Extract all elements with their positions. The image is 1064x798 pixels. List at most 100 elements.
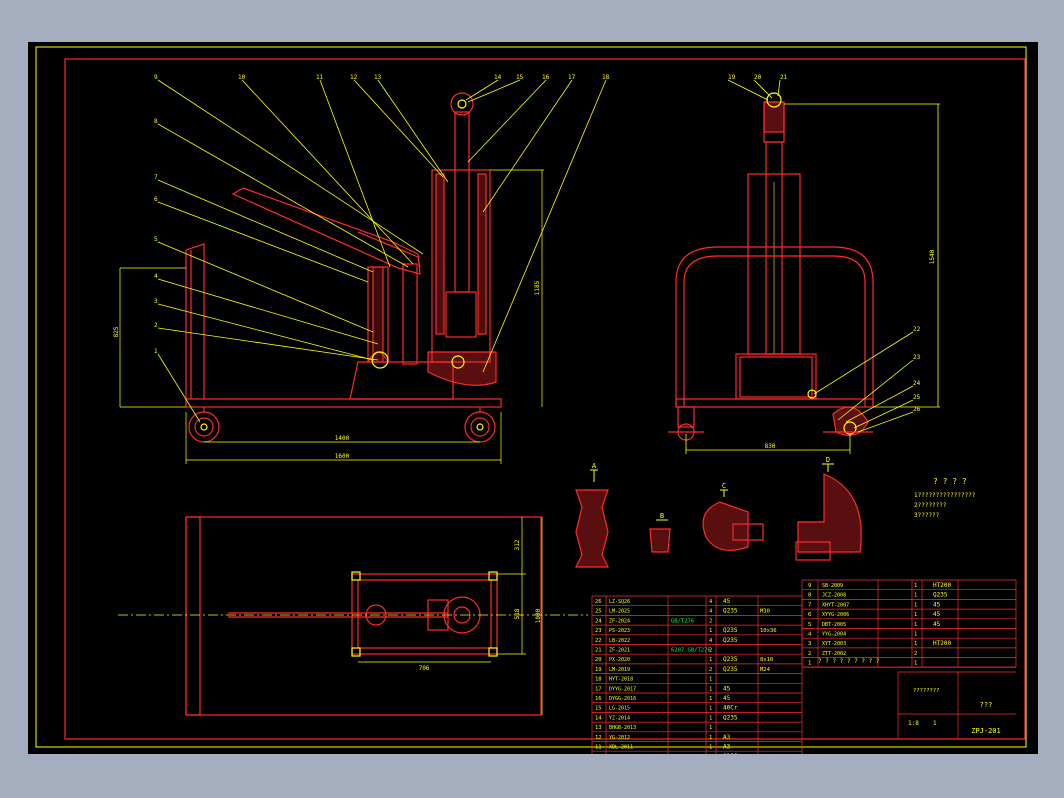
dim-text: 1185 (534, 280, 541, 295)
bom-cell: LG-2015 (609, 706, 630, 712)
bom-cell: DYGG-2016 (609, 696, 636, 702)
bom-cell: M24 (760, 667, 771, 673)
bom-cell: 4 (709, 599, 713, 605)
bom-cell: M30 (760, 609, 770, 615)
bom-cell: LZ-SQ26 (609, 599, 630, 605)
bom-cell: 19 (595, 667, 602, 673)
bom-cell: DBT-2005 (822, 622, 846, 628)
bom-cell: 1 (709, 657, 712, 663)
title-designer: ???????? (913, 688, 940, 694)
bom-cell: 20 (595, 657, 602, 663)
bom-cell: 1 (709, 725, 712, 731)
dim-text: 518 (514, 608, 521, 619)
title-scale: 1:8 (908, 720, 919, 727)
bom-cell: 5 (808, 622, 811, 628)
bom-cell: PX-2020 (609, 657, 630, 663)
bom-cell: 7 (808, 602, 811, 608)
bom-cell: A3 (723, 744, 731, 751)
bom-cell: 1 (709, 628, 712, 634)
bom-cell: 2 (709, 667, 712, 673)
bom-cell: Q235 (723, 714, 738, 721)
bom-cell: Q235 (723, 753, 738, 754)
balloon-number: 6 (154, 196, 158, 203)
bom-cell: HT200 (933, 582, 951, 589)
bom-cell: 12 (595, 735, 602, 741)
bom-cell: PS-2023 (609, 628, 630, 634)
balloon-number: 23 (913, 354, 921, 361)
bom-cell: 11 (595, 745, 602, 751)
bom-cell: 45 (933, 611, 941, 618)
bom-cell: 45 (933, 601, 941, 608)
notes-line: 2???????? (914, 502, 947, 509)
balloon-number: 17 (568, 74, 576, 81)
dim-text: 830 (765, 443, 776, 450)
bom-cell: 1 (914, 583, 917, 589)
bom-cell: 45 (723, 598, 731, 605)
section-label: C (722, 482, 726, 490)
bom-cell: Q235 (723, 608, 738, 615)
balloon-number: 26 (913, 406, 921, 413)
bom-cell: SB-2009 (822, 583, 843, 589)
bom-cell: 26 (595, 599, 602, 605)
bom-cell: 24 (595, 618, 602, 624)
balloon-number: 12 (350, 74, 358, 81)
bom-cell: 16 (595, 696, 602, 702)
bom-cell: 4 (709, 638, 713, 644)
bom-cell: 21 (595, 648, 602, 654)
bom-cell: ZF-2024 (609, 618, 630, 624)
bom-cell: LM-2025 (609, 609, 630, 615)
bom-cell: YG-2012 (609, 735, 630, 741)
balloon-number: 5 (154, 236, 158, 243)
bom-cell: 10x36 (760, 628, 777, 634)
bom-cell: 1 (914, 661, 917, 667)
bom-cell: 17 (595, 686, 602, 692)
bom-cell: 2 (709, 618, 712, 624)
bom-cell: HT200 (933, 640, 951, 647)
bom-cell: ZF-2021 (609, 648, 630, 654)
section-label: D (826, 456, 830, 464)
bom-cell: 1 (914, 622, 917, 628)
bom-cell: 1 (914, 602, 917, 608)
title-sheet: 1 (933, 720, 937, 727)
section-label: B (660, 512, 664, 520)
balloon-number: 19 (728, 74, 736, 81)
bom-cell: 9 (808, 583, 811, 589)
balloon-number: 9 (154, 74, 158, 81)
bom-cell: A3 (723, 734, 731, 741)
bom-cell: 1 (709, 677, 712, 683)
bom-cell: 6 (808, 612, 811, 618)
bom-cell: 22 (595, 638, 602, 644)
bom-cell: 1 (709, 706, 712, 712)
bom-cell: 2 (914, 651, 917, 657)
notes-title: ? ? ? ? (933, 477, 967, 486)
bom-cell: 1 (914, 632, 917, 638)
cad-drawing: 9 SB-2009 1 HT200 8 JCZ-2008 1 Q235 7 XHYT-2007 1 4… (28, 42, 1038, 762)
bom-cell: GB/T276 (671, 618, 694, 624)
bom-cell: 4 (709, 609, 713, 615)
dim-text: 825 (113, 326, 120, 337)
bom-cell: Q235 (723, 637, 738, 644)
bom-cell: XYYG-2006 (822, 612, 849, 618)
bom-cell: LB-2022 (609, 638, 630, 644)
dim-text: 1400 (335, 435, 350, 442)
balloon-number: 7 (154, 174, 158, 181)
dim-text: 1540 (929, 249, 936, 264)
balloon-number: 2 (154, 322, 158, 329)
bom-cell: YZ-2014 (609, 715, 630, 721)
balloon-number: 14 (494, 74, 502, 81)
bom-table: 9 SB-2009 1 HT2008 JCZ-2008 1 Q2357 XHYT-2007 1 4… (591, 579, 1017, 762)
bom-cell: 18 (595, 677, 602, 683)
front-leaders (157, 79, 607, 423)
balloon-number: 11 (316, 74, 324, 81)
title-name: ??? (980, 701, 993, 709)
bom-cell: 1 (709, 715, 712, 721)
notes-line: 3?????? (914, 512, 940, 519)
bom-cell: 45 (723, 685, 731, 692)
bom-cell: 8x10 (760, 657, 773, 663)
balloon-number: 13 (374, 74, 382, 81)
balloon-number: 8 (154, 118, 158, 125)
dim-text: 1000 (535, 608, 542, 623)
labels: 123456789 10 11 12 13 14 15 16 17 18 19 20 212223242… (113, 74, 976, 672)
bom-cell: 25 (595, 609, 602, 615)
bom-cell: 3 (808, 641, 811, 647)
